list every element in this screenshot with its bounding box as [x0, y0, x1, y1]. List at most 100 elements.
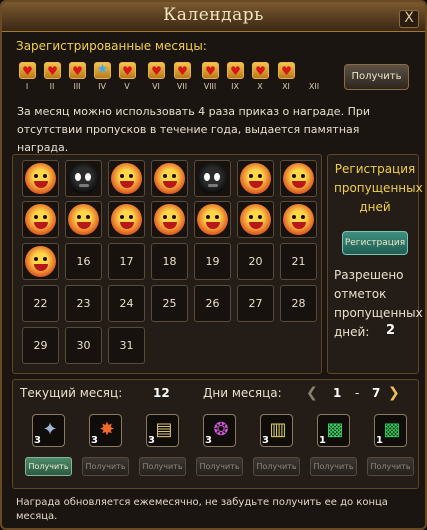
day-number: 28: [291, 297, 306, 310]
calendar-day[interactable]: 19: [194, 243, 231, 280]
month-label: X: [257, 82, 263, 91]
calendar-day[interactable]: 22: [22, 285, 59, 322]
month-label: IX: [231, 82, 239, 91]
calendar-day[interactable]: 27: [237, 285, 274, 322]
heart-icon: ♥: [69, 62, 86, 79]
info-text: За месяц можно использовать 4 раза прика…: [17, 105, 370, 154]
reward-slot[interactable]: ❂ 3: [203, 414, 236, 447]
month-label: VI: [152, 82, 160, 91]
mouth: [77, 222, 91, 229]
checked-day-icon: [240, 204, 271, 235]
reward-slot[interactable]: ▥ 3: [260, 414, 293, 447]
claim-reward-button[interactable]: Получить: [196, 457, 243, 476]
current-month-label: Текущий месяц:: [20, 386, 123, 400]
calendar-day[interactable]: [22, 160, 59, 197]
month-label: III: [73, 82, 81, 91]
calendar-day[interactable]: 21: [280, 243, 317, 280]
day-number: 24: [119, 297, 134, 310]
eye: [86, 215, 90, 219]
checked-day-icon: [111, 204, 142, 235]
reward-slot[interactable]: ✸ 3: [89, 414, 122, 447]
star-icon: ★: [94, 62, 111, 79]
calendar-day[interactable]: 30: [65, 327, 102, 364]
claim-reward-button[interactable]: Получить: [253, 457, 300, 476]
fire-burst-icon: ✸: [99, 419, 115, 440]
month-days-label: Дни месяца:: [203, 386, 282, 400]
close-button[interactable]: X: [399, 10, 419, 28]
star-glyph: ★: [96, 62, 109, 77]
calendar-day[interactable]: 25: [151, 285, 188, 322]
checked-day-icon: [197, 204, 228, 235]
register-missed-day-button[interactable]: Регистрация: [342, 231, 408, 255]
mouth: [34, 181, 48, 188]
mouth: [163, 181, 177, 188]
eye: [34, 257, 38, 261]
claim-year-reward-button[interactable]: Получить: [344, 64, 409, 90]
eye: [129, 215, 133, 219]
calendar-day[interactable]: [280, 160, 317, 197]
checked-day-icon: [25, 163, 56, 194]
calendar-day[interactable]: 28: [280, 285, 317, 322]
calendar-day[interactable]: [194, 160, 231, 197]
month-label: XI: [282, 82, 290, 91]
eye: [34, 174, 38, 178]
reward-slot[interactable]: ✦ 3: [32, 414, 65, 447]
claim-reward-button[interactable]: Получить: [310, 457, 357, 476]
calendar-day[interactable]: [65, 201, 102, 238]
reward-slot[interactable]: ▩ 1: [317, 414, 350, 447]
claim-reward-button[interactable]: Получить: [367, 457, 414, 476]
calendar-day[interactable]: [151, 201, 188, 238]
reward-slot[interactable]: ▤ 3: [146, 414, 179, 447]
claim-reward-button[interactable]: Получить: [139, 457, 186, 476]
calendar-day[interactable]: [108, 160, 145, 197]
heart-glyph: ♥: [22, 64, 33, 78]
calendar-day[interactable]: [108, 201, 145, 238]
reward-slot[interactable]: ▩ 1: [374, 414, 407, 447]
calendar-day[interactable]: [65, 160, 102, 197]
calendar-day[interactable]: 20: [237, 243, 274, 280]
calendar-day[interactable]: 16: [65, 243, 102, 280]
calendar-day[interactable]: 23: [65, 285, 102, 322]
calendar-day[interactable]: [194, 201, 231, 238]
calendar-day[interactable]: 17: [108, 243, 145, 280]
calendar-day[interactable]: 29: [22, 327, 59, 364]
eye: [301, 215, 305, 219]
day-number: 26: [205, 297, 220, 310]
day-number: 19: [205, 255, 220, 268]
eye: [163, 174, 167, 178]
day-number: 16: [76, 255, 91, 268]
day-number: 20: [248, 255, 263, 268]
eye: [258, 215, 262, 219]
mouth: [208, 184, 218, 187]
checked-day-icon: [283, 204, 314, 235]
eye: [75, 173, 81, 181]
mouth: [120, 181, 134, 188]
heart-glyph: ♥: [47, 64, 58, 78]
heart-glyph: ♥: [205, 64, 216, 78]
heart-icon: ♥: [252, 62, 269, 79]
calendar-day[interactable]: [151, 160, 188, 197]
calendar-day[interactable]: 24: [108, 285, 145, 322]
calendar-day[interactable]: 18: [151, 243, 188, 280]
calendar-day[interactable]: 31: [108, 327, 145, 364]
item-count: 1: [376, 435, 383, 446]
calendar-day[interactable]: 26: [194, 285, 231, 322]
month-label: VII: [176, 82, 188, 91]
checked-day-icon: [111, 163, 142, 194]
calendar-day[interactable]: [237, 201, 274, 238]
missed-day-icon: [68, 163, 99, 194]
mouth: [292, 181, 306, 188]
calendar-day[interactable]: [22, 243, 59, 280]
heart-icon: ♥: [44, 62, 61, 79]
allowed-marks-text: Разрешено отметок пропущенных дней:: [334, 268, 423, 339]
claim-reward-button[interactable]: Получить: [25, 457, 72, 476]
calendar-day[interactable]: [237, 160, 274, 197]
checked-day-icon: [240, 163, 271, 194]
month-label: V: [124, 82, 130, 91]
eye: [292, 174, 296, 178]
calendar-day[interactable]: [280, 201, 317, 238]
calendar-day[interactable]: [22, 201, 59, 238]
prev-days-arrow-icon[interactable]: ❮: [306, 385, 318, 401]
claim-reward-button[interactable]: Получить: [82, 457, 129, 476]
next-days-arrow-icon[interactable]: ❯: [388, 385, 400, 401]
